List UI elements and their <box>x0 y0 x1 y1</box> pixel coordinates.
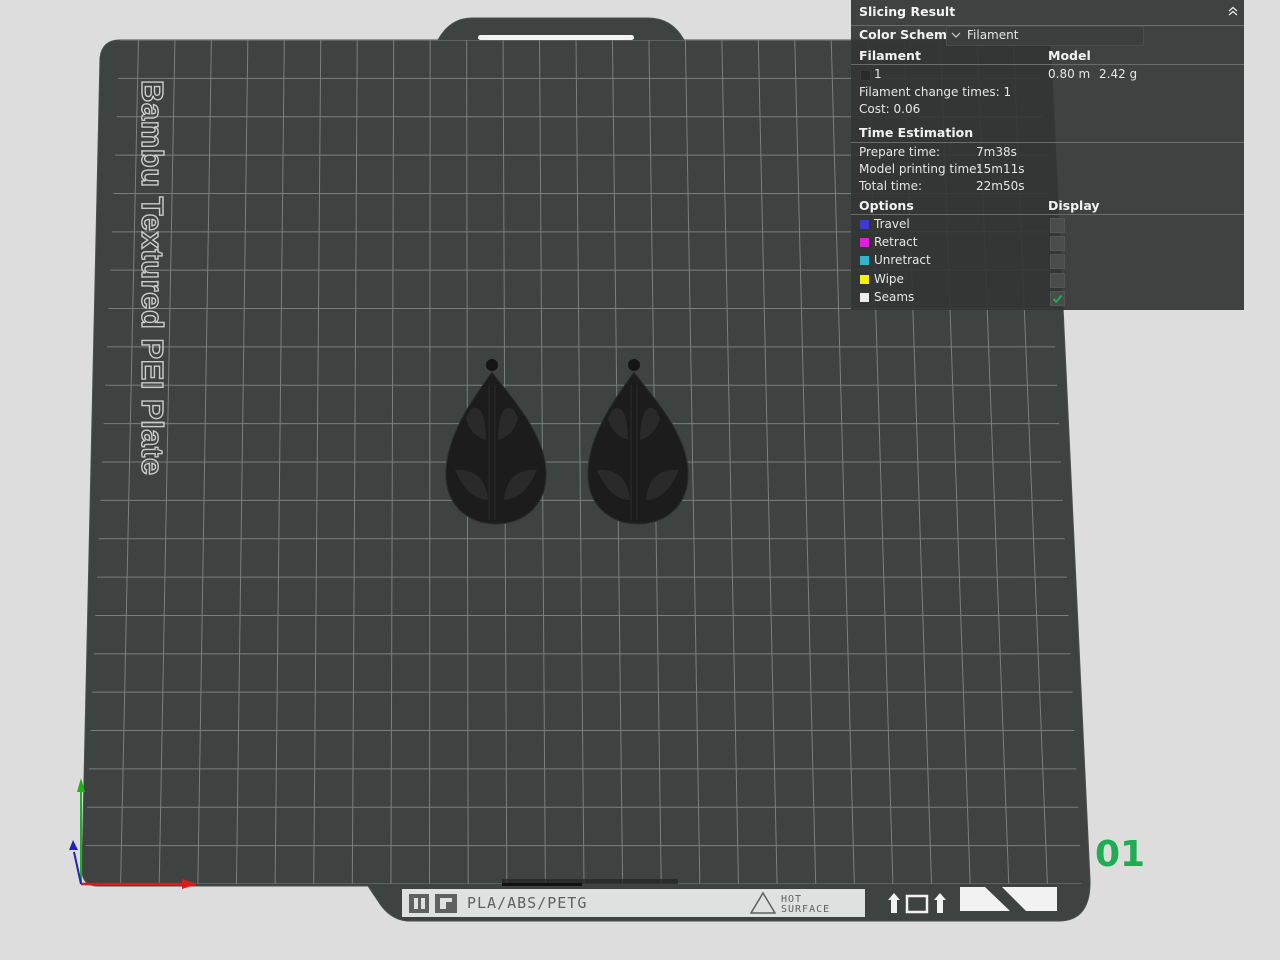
plate-number: 01 <box>1095 834 1145 875</box>
time-estimation-header: Time Estimation <box>859 125 974 140</box>
model-header: Model <box>1048 48 1091 63</box>
model-weight: 2.42 g <box>1099 67 1138 81</box>
filament-change-times: Filament change times: 1 <box>859 85 1012 99</box>
divider <box>851 214 1244 215</box>
divider <box>851 142 1244 143</box>
option-color-swatch <box>860 238 869 248</box>
total-time-value: 22m50s <box>976 179 1025 193</box>
plate-handle <box>478 35 634 40</box>
option-label-travel: Travel <box>874 217 910 231</box>
option-label-wipe: Wipe <box>874 271 904 286</box>
color-scheme-value: Filament <box>967 28 1019 42</box>
plate-title: Bambu Textured PEI Plate <box>135 80 170 476</box>
option-color-swatch <box>860 256 869 266</box>
option-display-checkbox-retract[interactable] <box>1050 236 1065 252</box>
color-scheme-select[interactable]: Filament <box>946 26 1144 46</box>
prepare-time-label: Prepare time: <box>859 145 941 159</box>
option-display-checkbox-unretract[interactable] <box>1050 254 1065 270</box>
option-display-checkbox-wipe[interactable] <box>1050 272 1065 288</box>
chevron-down-icon <box>951 32 961 38</box>
hot-surface-line2: SURFACE <box>781 904 830 915</box>
option-color-swatch <box>860 292 869 302</box>
color-scheme-label: Color Scheme <box>859 27 956 42</box>
collapse-icon[interactable] <box>1227 5 1239 17</box>
filament-color-swatch <box>860 70 871 81</box>
panel-title: Slicing Result <box>859 4 956 19</box>
option-label-retract: Retract <box>874 235 918 250</box>
option-display-checkbox-travel[interactable] <box>1050 218 1065 233</box>
model-printing-time-label: Model printing time: <box>859 162 981 176</box>
filament-header: Filament <box>859 48 921 63</box>
cost: Cost: 0.06 <box>859 102 921 116</box>
model-length: 0.80 m <box>1048 67 1091 81</box>
option-color-swatch <box>860 274 869 284</box>
plate-materials: PLA/ABS/PETG <box>467 894 587 912</box>
plate-logo-icon <box>409 894 429 913</box>
option-color-swatch <box>860 220 869 229</box>
checkmark-icon <box>1052 294 1063 304</box>
model-printing-time-value: 15m11s <box>976 162 1025 176</box>
prepare-time-value: 7m38s <box>976 145 1017 159</box>
filament-index: 1 <box>874 67 882 81</box>
slicing-result-panel: Slicing Result Color Scheme Filament Fil… <box>851 0 1244 310</box>
option-label-unretract: Unretract <box>874 253 931 268</box>
divider <box>851 64 1244 65</box>
options-header: Options <box>859 198 914 213</box>
display-header: Display <box>1048 198 1100 213</box>
option-display-checkbox-seams[interactable] <box>1050 290 1065 306</box>
total-time-label: Total time: <box>859 179 922 193</box>
option-label-seams: Seams <box>874 289 915 304</box>
